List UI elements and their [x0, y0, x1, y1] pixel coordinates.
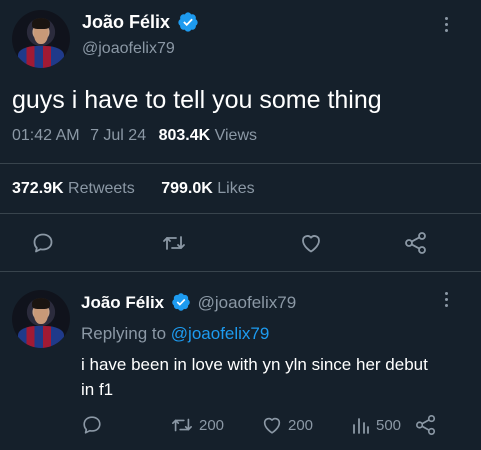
reply-icon[interactable] — [81, 414, 103, 436]
retweets-label[interactable]: Retweets — [68, 180, 135, 197]
likes-label[interactable]: Likes — [217, 180, 254, 197]
views-label: Views — [214, 127, 257, 144]
more-vertical-icon[interactable] — [445, 292, 449, 307]
share-icon[interactable] — [414, 414, 438, 436]
reply-author-handle[interactable]: @joaofelix79 — [198, 293, 297, 312]
tweet-meta: 01:42 AM 7 Jul 24 803.4K Views — [12, 127, 257, 145]
views-count: 803.4K — [158, 127, 211, 144]
replying-to: Replying to @joaofelix79 — [81, 324, 269, 344]
verified-badge-icon — [177, 11, 199, 33]
avatar-shirt — [17, 325, 65, 348]
reply-text-line2: in f1 — [81, 380, 114, 399]
reply-retweet-count: 200 — [199, 416, 225, 434]
tweet-time: 01:42 AM — [12, 127, 80, 144]
avatar-hair — [31, 298, 51, 309]
verified-badge-icon — [171, 292, 191, 312]
author-avatar[interactable] — [12, 10, 70, 68]
reply-views-action[interactable]: 500 — [351, 414, 401, 436]
reply-header: João Félix @joaofelix79 — [81, 292, 296, 313]
replying-to-handle[interactable]: @joaofelix79 — [171, 324, 270, 343]
divider-bottom — [0, 271, 481, 272]
reply-like-count: 200 — [288, 416, 314, 434]
reply-like-action[interactable]: 200 — [261, 414, 313, 436]
retweet-icon[interactable] — [170, 414, 194, 436]
heart-icon[interactable] — [298, 231, 324, 255]
tweet-text: guys i have to tell you some thing — [12, 86, 382, 114]
divider-top — [0, 163, 481, 164]
reply-author-avatar[interactable] — [12, 290, 70, 348]
replying-to-label: Replying to — [81, 324, 167, 343]
views-icon[interactable] — [351, 414, 371, 436]
reply-author-name[interactable]: João Félix — [81, 293, 164, 312]
reply-icon[interactable] — [31, 231, 55, 255]
retweets-count[interactable]: 372.9K — [12, 180, 64, 197]
author-handle[interactable]: @joaofelix79 — [82, 40, 175, 58]
avatar-shirt — [17, 45, 65, 68]
author-name[interactable]: João Félix — [82, 12, 170, 33]
reply-views-count: 500 — [376, 416, 402, 434]
heart-icon[interactable] — [261, 414, 283, 436]
reply-text-line1: i have been in love with yn yln since he… — [81, 355, 428, 374]
likes-count[interactable]: 799.0K — [161, 180, 213, 197]
retweet-icon[interactable] — [161, 231, 187, 255]
share-icon[interactable] — [403, 231, 429, 255]
divider-stats — [0, 213, 481, 214]
more-vertical-icon[interactable] — [445, 17, 449, 32]
tweet-stats: 372.9K Retweets 799.0K Likes — [12, 180, 255, 198]
tweet-date: 7 Jul 24 — [90, 127, 147, 144]
reply-retweet-action[interactable]: 200 — [170, 414, 224, 436]
avatar-hair — [31, 18, 51, 29]
